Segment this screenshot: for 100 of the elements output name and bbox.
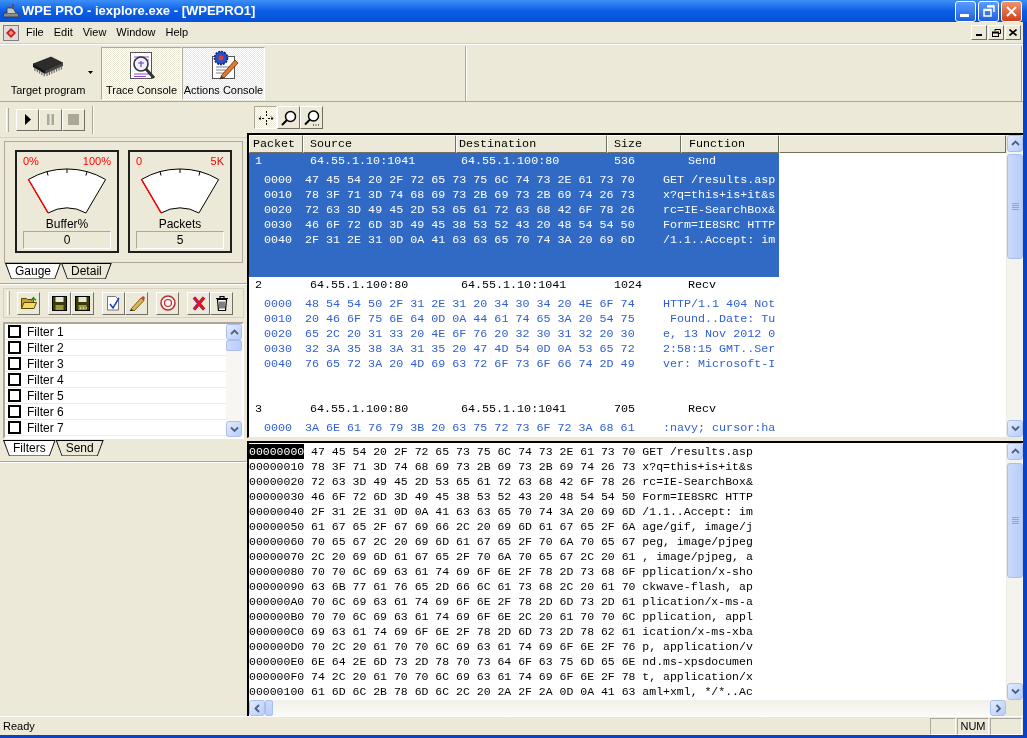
scrollbar-thumb[interactable]: [226, 340, 242, 351]
tab[interactable]: Gauge: [5, 263, 62, 279]
hex-bytes: 46 6F 72 6D 3D 49 45 38 53 52 43 20 48 54 54 50: [311, 489, 636, 504]
window-title: WPE PRO - iexplore.exe - [WPEPRO1]: [22, 2, 256, 21]
tab[interactable]: Send: [55, 440, 104, 456]
column-header[interactable]: Size: [607, 135, 681, 153]
checkbox[interactable]: [8, 341, 21, 354]
hex-offset: 0000: [264, 173, 294, 188]
checkbox[interactable]: [8, 357, 21, 370]
ascii-text: peg, image/pjpeg: [642, 534, 753, 549]
destination-address: 64.55.1.10:1041: [460, 402, 567, 417]
hex-offset: 0010: [264, 312, 294, 327]
clear-button[interactable]: [210, 291, 233, 315]
packet-row[interactable]: [249, 153, 779, 277]
close-button[interactable]: [1001, 0, 1022, 22]
toggle-button[interactable]: [156, 291, 179, 315]
chevron-down-icon: [1010, 688, 1020, 695]
save-as-button[interactable]: [71, 291, 94, 315]
child-restore-button[interactable]: [988, 25, 1004, 40]
hex-bytes: 74 2C 20 61 70 70 6C 69 63 61 74 69 6F 6E 2F 78: [311, 669, 636, 684]
vertical-scrollbar[interactable]: [226, 324, 242, 437]
filter-item[interactable]: Filter 2: [5, 340, 226, 356]
tab[interactable]: Detail: [61, 263, 112, 279]
scroll-down-button[interactable]: [1007, 420, 1023, 437]
chevron-left-icon: [253, 703, 261, 713]
hex-bytes: 70 6C 69 63 61 74 69 6F 6E 2F 78 2D 6D 73 2D 61: [311, 594, 636, 609]
checkbox[interactable]: [8, 389, 21, 402]
hex-bytes: 6E 64 2E 6D 73 2D 78 70 73 64 6F 63 75 6D 65 6E: [311, 654, 636, 669]
select-tool-button[interactable]: [254, 106, 277, 129]
menu-item[interactable]: Window: [111, 23, 161, 42]
filter-item[interactable]: Filter 6: [5, 404, 226, 420]
child-close-button[interactable]: [1005, 25, 1021, 40]
ascii-text: /1.1..Accept: im: [663, 233, 776, 248]
save-button[interactable]: [48, 291, 71, 315]
filter-item[interactable]: Filter 5: [5, 388, 226, 404]
chevron-down-icon: [229, 425, 239, 433]
packet-function: Send: [687, 154, 717, 169]
checkbox[interactable]: [8, 405, 21, 418]
cross-icon: [191, 295, 206, 311]
menu-item[interactable]: File: [21, 23, 49, 42]
menu-item[interactable]: View: [77, 23, 112, 42]
filter-item[interactable]: Filter 7: [5, 420, 226, 436]
gauge-title: Buffer%: [45, 217, 89, 231]
gauge-reading: 5: [136, 231, 224, 249]
hex-offset: 0010: [264, 188, 294, 203]
minimize-button[interactable]: [955, 0, 976, 22]
horizontal-scrollbar[interactable]: [249, 700, 1006, 716]
zoom-tool-button[interactable]: [300, 106, 323, 129]
hex-bytes: 70 70 6C 69 63 61 74 69 6F 6E 2C 20 61 70 70 6C: [311, 609, 636, 624]
scroll-left-button[interactable]: [249, 700, 265, 716]
column-header[interactable]: Function: [681, 135, 779, 153]
ascii-text: x?q=this+is+it&s: [642, 459, 753, 474]
play-button[interactable]: [16, 108, 39, 131]
hex-offset: 0000: [264, 421, 294, 436]
column-header[interactable]: Source: [303, 135, 456, 153]
menu-item[interactable]: Help: [160, 23, 194, 42]
scroll-up-button[interactable]: [1007, 135, 1023, 152]
column-header[interactable]: [779, 135, 1006, 153]
packet-size: 536: [613, 154, 636, 169]
scrollbar-thumb[interactable]: [265, 700, 273, 716]
filter-item[interactable]: Filter 3: [5, 356, 226, 372]
select-button[interactable]: [102, 291, 125, 315]
toolbar-button[interactable]: Target program: [3, 46, 101, 100]
zoom-tool-button[interactable]: [277, 106, 300, 129]
toolbar-button[interactable]: Trace Console: [101, 46, 182, 100]
scroll-down-button[interactable]: [1007, 683, 1023, 700]
delete-button[interactable]: [187, 291, 210, 315]
ascii-text: aml+xml, */*..Ac: [642, 684, 753, 699]
scroll-up-button[interactable]: [226, 324, 242, 340]
checkbox[interactable]: [8, 325, 21, 338]
scroll-down-button[interactable]: [226, 421, 242, 437]
edit-button[interactable]: [125, 291, 148, 315]
hex-offset: 0020: [264, 203, 294, 218]
ascii-text: 2:58:15 GMT..Ser: [663, 342, 776, 357]
scrollbar-thumb[interactable]: [1007, 154, 1023, 259]
ascii-text: HTTP/1.1 404 Not: [663, 297, 776, 312]
open-button[interactable]: [17, 291, 40, 315]
checkbox[interactable]: [8, 373, 21, 386]
checkbox[interactable]: [8, 421, 21, 434]
scroll-right-button[interactable]: [990, 700, 1006, 716]
filter-item[interactable]: Filter 1: [5, 324, 226, 340]
restore-button[interactable]: [978, 0, 999, 22]
packet-size: 1024: [613, 278, 643, 293]
hex-bytes: 61 6D 6C 2B 78 6D 6C 2C 20 2A 2F 2A 0D 0A 41 63: [311, 684, 636, 699]
magnifier-dots-icon: [303, 109, 320, 126]
diamond-icon[interactable]: [3, 24, 19, 41]
menu-item[interactable]: Edit: [48, 23, 78, 42]
dropdown-caret-icon[interactable]: [88, 70, 94, 74]
filter-item[interactable]: Filter 4: [5, 372, 226, 388]
tab[interactable]: Filters: [3, 440, 56, 456]
child-minimize-button[interactable]: [971, 25, 987, 40]
vertical-scrollbar[interactable]: [1006, 443, 1023, 700]
column-header[interactable]: Destination: [456, 135, 607, 153]
vertical-scrollbar[interactable]: [1006, 135, 1023, 437]
toolbar-button[interactable]: Actions Console: [182, 46, 265, 100]
scrollbar-thumb[interactable]: [1007, 463, 1023, 578]
column-header[interactable]: Packet: [249, 135, 303, 153]
scroll-up-button[interactable]: [1007, 443, 1023, 460]
ascii-text: ication/x-ms-xba: [642, 624, 753, 639]
ascii-text: nd.ms-xpsdocumen: [642, 654, 753, 669]
